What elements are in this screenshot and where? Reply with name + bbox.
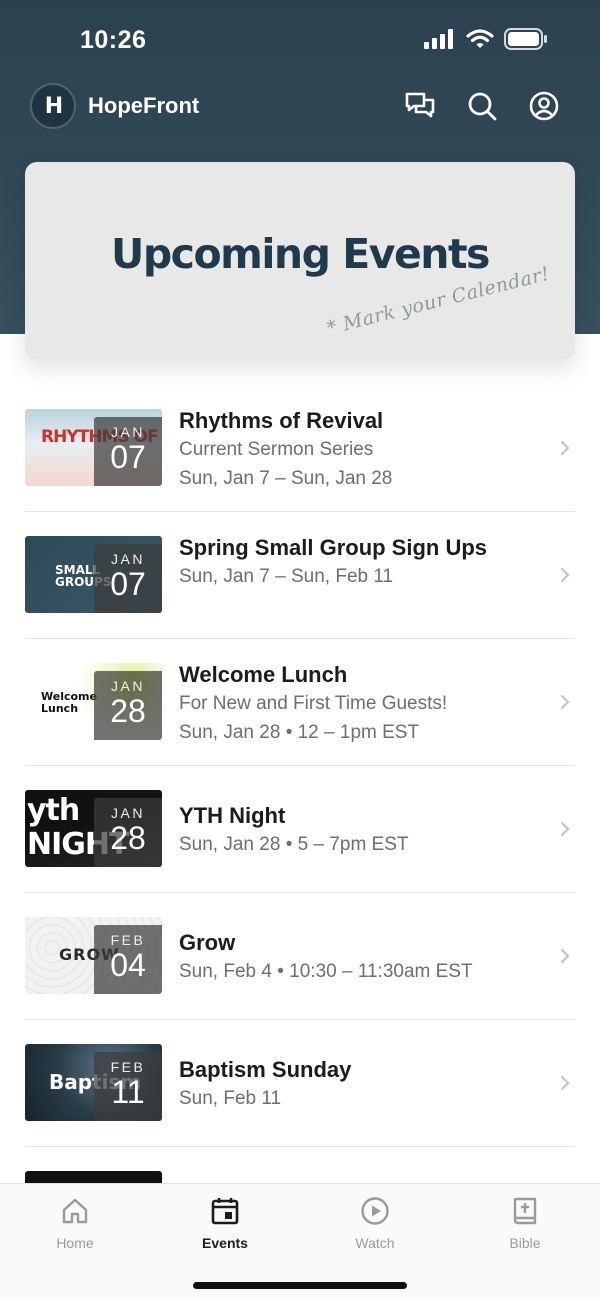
event-date: Sun, Feb 11 [179,1088,282,1109]
date-badge: JAN 07 [94,544,162,613]
event-thumbnail: yth NIGHT JAN 28 [25,790,162,867]
tab-label: Bible [509,1235,541,1251]
chat-icon [405,92,435,118]
event-thumbnail: Baptism FEB 11 [25,1044,162,1121]
play-icon [361,1197,389,1225]
tab-bible[interactable]: Bible [475,1196,575,1251]
event-date: Sun, Jan 28 • 12 – 1pm EST [179,722,420,743]
app-logo: H [30,83,76,129]
event-row-spring-small-group-sign-ups[interactable]: SMALL GROUPS JAN 07 Spring Small Group S… [25,512,575,639]
date-day: 07 [110,439,146,475]
date-badge: FEB 11 [94,1052,162,1121]
banner-title: Upcoming Events [111,230,490,278]
status-bar: 10:26 [0,0,600,80]
tab-label: Home [56,1235,94,1251]
event-row-baptism-sunday[interactable]: Baptism FEB 11 Baptism Sunday Sun, Feb 1… [25,1020,575,1147]
event-date: Sun, Feb 4 • 10:30 – 11:30am EST [179,961,473,982]
home-icon [62,1198,88,1224]
chevron-right-icon [560,567,570,583]
chevron-right-icon [560,821,570,837]
event-thumbnail: SMALL GROUPS JAN 07 [25,536,162,613]
tab-events[interactable]: Events [175,1196,275,1251]
account-icon [529,91,559,121]
event-info: Welcome Lunch For New and First Time Gue… [179,661,545,747]
event-title: Baptism Sunday [179,1057,352,1082]
signal-icon [424,29,453,49]
event-title: Grow [179,930,236,955]
event-info: Rhythms of Revival Current Sermon Series… [179,407,545,493]
event-subtitle: Current Sermon Series [179,439,374,460]
event-info: YTH Night Sun, Jan 28 • 5 – 7pm EST [179,802,545,859]
event-date: Sun, Jan 7 – Sun, Jan 28 [179,468,393,489]
wifi-icon [466,29,494,48]
event-date: Sun, Jan 28 • 5 – 7pm EST [179,834,409,855]
date-day: 28 [110,693,146,729]
date-day: 28 [110,820,146,856]
chevron-right-icon [560,1075,570,1091]
event-title: Rhythms of Revival [179,408,384,433]
search-button[interactable] [464,88,500,124]
date-badge: JAN 28 [94,798,162,867]
event-list: RHYTHMS OF JAN 07 Rhythms of Revival Cur… [25,385,575,1274]
event-info: Grow Sun, Feb 4 • 10:30 – 11:30am EST [179,929,545,986]
tab-watch[interactable]: Watch [325,1196,425,1251]
calendar-icon [211,1198,239,1225]
event-info: Spring Small Group Sign Ups Sun, Jan 7 –… [179,534,545,591]
event-row-grow[interactable]: GROW FEB 04 Grow Sun, Feb 4 • 10:30 – 11… [25,893,575,1020]
tab-label: Watch [355,1235,395,1251]
search-icon [468,92,497,121]
app-bar: H HopeFront [0,80,600,132]
date-month: JAN [111,424,145,440]
event-subtitle: For New and First Time Guests! [179,693,448,714]
event-row-rhythms-of-revival[interactable]: RHYTHMS OF JAN 07 Rhythms of Revival Cur… [25,385,575,512]
date-day: 04 [110,947,146,983]
app-actions [402,88,562,124]
date-badge: FEB 04 [94,925,162,994]
status-time: 10:26 [80,26,147,54]
chevron-right-icon [560,694,570,710]
tab-home[interactable]: Home [25,1196,125,1251]
date-day: 07 [110,566,146,602]
event-row-yth-night[interactable]: yth NIGHT JAN 28 YTH Night Sun, Jan 28 •… [25,766,575,893]
status-icons [424,28,548,50]
date-month: FEB [110,932,146,948]
event-thumbnail: Welcome Lunch JAN 28 [25,663,162,740]
event-title: YTH Night [179,803,286,828]
tab-label: Events [202,1235,248,1251]
messages-button[interactable] [402,88,438,124]
chevron-right-icon [560,948,570,964]
event-row-welcome-lunch[interactable]: Welcome Lunch JAN 28 Welcome Lunch For N… [25,639,575,766]
battery-icon [504,28,547,50]
event-thumbnail: GROW FEB 04 [25,917,162,994]
chevron-right-icon [560,440,570,456]
event-title: Welcome Lunch [179,662,348,687]
date-badge: JAN 07 [94,417,162,486]
date-month: JAN [111,805,145,821]
logo-mark: H [44,93,63,119]
event-info: Baptism Sunday Sun, Feb 11 [179,1056,545,1113]
date-day: 11 [111,1074,145,1110]
date-month: JAN [111,678,145,694]
event-date: Sun, Jan 7 – Sun, Feb 11 [179,566,394,587]
date-month: JAN [111,551,145,567]
event-thumbnail: RHYTHMS OF JAN 07 [25,409,162,486]
app-title: HopeFront [88,93,200,118]
bible-icon [513,1197,537,1225]
profile-button[interactable] [526,88,562,124]
date-badge: JAN 28 [94,671,162,740]
date-month: FEB [110,1059,146,1075]
home-indicator [193,1282,407,1289]
event-title: Spring Small Group Sign Ups [179,535,488,560]
upcoming-events-banner: Upcoming Events * Mark your Calendar! [25,162,575,360]
